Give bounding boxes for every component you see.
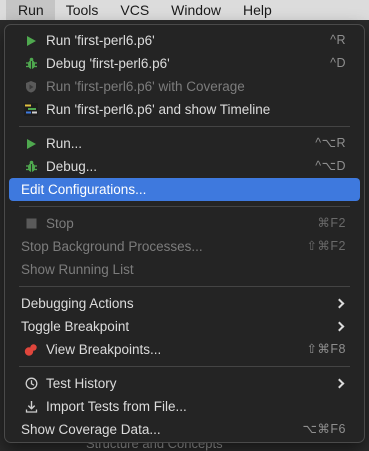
menu-item-shortcut: ⌘F2 xyxy=(317,212,346,235)
menu-item-label: Run 'first-perl6.p6' xyxy=(46,29,330,52)
menu-item-label: View Breakpoints... xyxy=(46,338,306,361)
menu-item-label: Run 'first-perl6.p6' and show Timeline xyxy=(46,98,346,121)
menu-tools[interactable]: Tools xyxy=(55,0,110,20)
menu-item-shortcut: ^⌥D xyxy=(315,155,346,178)
menu-item-label: Show Running List xyxy=(21,258,346,281)
show-coverage-data-item[interactable]: Show Coverage Data... ⌥⌘F6 xyxy=(9,418,360,441)
toggle-breakpoint-item[interactable]: Toggle Breakpoint xyxy=(9,315,360,338)
run-show-timeline-item[interactable]: Run 'first-perl6.p6' and show Timeline xyxy=(9,98,360,121)
stop-icon xyxy=(24,217,38,231)
menu-separator xyxy=(19,206,350,207)
menu-separator xyxy=(19,126,350,127)
menu-item-shortcut: ⌥⌘F6 xyxy=(303,418,347,441)
menu-item-label: Show Coverage Data... xyxy=(21,418,303,441)
menu-item-shortcut: ^D xyxy=(330,52,346,75)
timeline-icon xyxy=(24,103,38,117)
run-dialog-item[interactable]: Run... ^⌥R xyxy=(9,132,360,155)
menu-run[interactable]: Run xyxy=(6,0,55,20)
run-icon xyxy=(24,34,38,48)
menu-item-label: Stop xyxy=(46,212,317,235)
menu-item-shortcut: ^⌥R xyxy=(315,132,346,155)
menu-item-label: Edit Configurations... xyxy=(21,178,346,201)
run-menu-dropdown: Run 'first-perl6.p6' ^R Debug 'first-per… xyxy=(4,24,365,443)
menu-separator xyxy=(19,286,350,287)
menu-item-label: Debugging Actions xyxy=(21,292,336,315)
menu-item-label: Stop Background Processes... xyxy=(21,235,306,258)
chevron-right-icon xyxy=(335,379,345,389)
run-icon xyxy=(24,137,38,151)
menu-window[interactable]: Window xyxy=(160,0,232,20)
menu-item-label: Run 'first-perl6.p6' with Coverage xyxy=(46,75,346,98)
view-breakpoints-item[interactable]: View Breakpoints... ⇧⌘F8 xyxy=(9,338,360,361)
menu-item-shortcut: ⇧⌘F8 xyxy=(306,338,346,361)
debug-dialog-item[interactable]: Debug... ^⌥D xyxy=(9,155,360,178)
import-icon xyxy=(24,400,38,414)
menu-help[interactable]: Help xyxy=(232,0,283,20)
stop-background-processes-item[interactable]: Stop Background Processes... ⇧⌘F2 xyxy=(9,235,360,258)
menu-item-label: Run... xyxy=(46,132,315,155)
menu-separator xyxy=(19,366,350,367)
history-icon xyxy=(24,377,38,391)
menu-item-label: Toggle Breakpoint xyxy=(21,315,336,338)
menu-item-label: Debug 'first-perl6.p6' xyxy=(46,52,330,75)
menu-bar: Run Tools VCS Window Help xyxy=(0,0,369,20)
menu-item-label: Import Tests from File... xyxy=(46,395,346,418)
menu-item-shortcut: ^R xyxy=(330,29,346,52)
test-history-item[interactable]: Test History xyxy=(9,372,360,395)
debugging-actions-item[interactable]: Debugging Actions xyxy=(9,292,360,315)
run-with-coverage-item[interactable]: Run 'first-perl6.p6' with Coverage xyxy=(9,75,360,98)
debug-bug-icon xyxy=(24,57,38,71)
stop-item[interactable]: Stop ⌘F2 xyxy=(9,212,360,235)
menu-item-label: Test History xyxy=(46,372,336,395)
run-current-config-item[interactable]: Run 'first-perl6.p6' ^R xyxy=(9,29,360,52)
debug-bug-icon xyxy=(24,160,38,174)
menu-item-shortcut: ⇧⌘F2 xyxy=(306,235,346,258)
show-running-list-item[interactable]: Show Running List xyxy=(9,258,360,281)
debug-current-config-item[interactable]: Debug 'first-perl6.p6' ^D xyxy=(9,52,360,75)
chevron-right-icon xyxy=(335,322,345,332)
menu-vcs[interactable]: VCS xyxy=(109,0,160,20)
breakpoints-icon xyxy=(24,343,38,357)
import-tests-item[interactable]: Import Tests from File... xyxy=(9,395,360,418)
edit-configurations-item[interactable]: Edit Configurations... xyxy=(9,178,360,201)
chevron-right-icon xyxy=(335,299,345,309)
menu-item-label: Debug... xyxy=(46,155,315,178)
coverage-icon xyxy=(24,80,38,94)
